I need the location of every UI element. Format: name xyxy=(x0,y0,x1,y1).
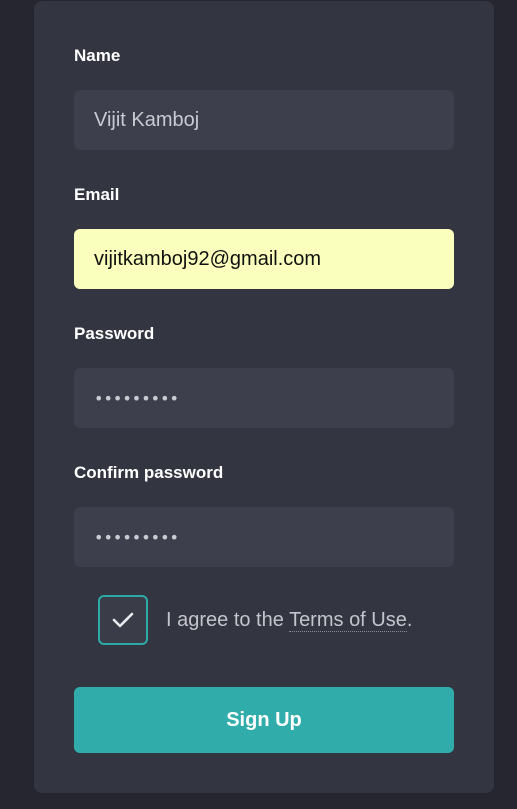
name-label: Name xyxy=(74,46,121,65)
terms-text-prefix: I agree to the xyxy=(166,608,290,631)
terms-checkbox[interactable] xyxy=(98,595,148,645)
password-label: Password xyxy=(74,324,155,343)
terms-agreement: I agree to the Terms of Use. xyxy=(98,595,412,645)
confirm-password-input[interactable] xyxy=(74,507,454,567)
email-label: Email xyxy=(74,185,120,204)
email-input[interactable] xyxy=(74,229,454,289)
password-input[interactable] xyxy=(74,368,454,428)
confirm-password-label: Confirm password xyxy=(74,463,224,482)
signup-card: Name Email Password Confirm password I a… xyxy=(34,1,494,793)
check-icon xyxy=(112,612,134,628)
sign-up-button[interactable]: Sign Up xyxy=(74,687,454,753)
terms-of-use-link[interactable]: Terms of Use xyxy=(289,608,407,632)
name-input[interactable] xyxy=(74,90,454,150)
terms-agreement-text: I agree to the Terms of Use. xyxy=(166,608,413,632)
terms-text-suffix: . xyxy=(406,608,413,631)
